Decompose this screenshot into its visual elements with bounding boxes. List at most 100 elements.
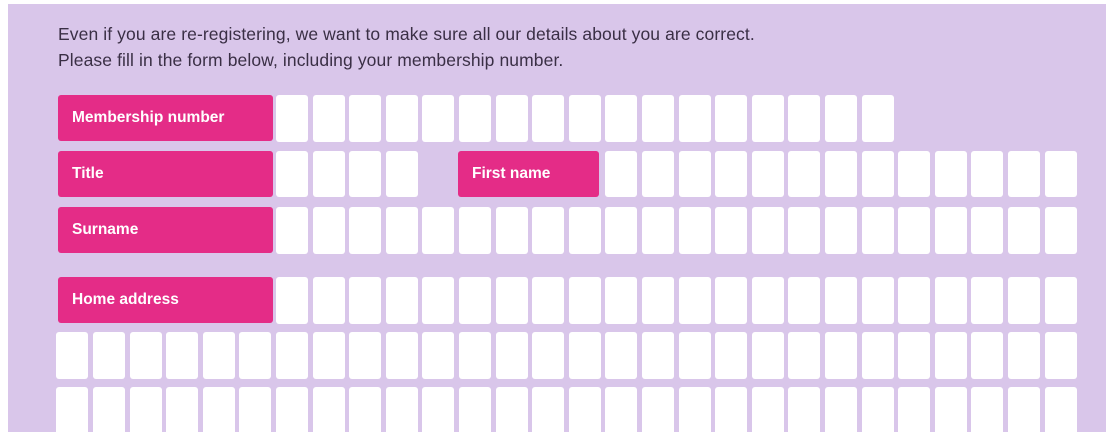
title-char-box[interactable]	[276, 151, 308, 197]
home-address-char-box[interactable]	[642, 277, 674, 324]
first-name-char-box[interactable]	[862, 151, 894, 197]
address-line-3-char-box[interactable]	[532, 387, 564, 432]
address-line-3-char-box[interactable]	[496, 387, 528, 432]
address-line-3-char-box[interactable]	[715, 387, 747, 432]
membership-number-char-box[interactable]	[788, 95, 820, 142]
surname-char-box[interactable]	[459, 207, 491, 254]
home-address-char-box[interactable]	[825, 277, 857, 324]
membership-number-char-box[interactable]	[276, 95, 308, 142]
surname-char-box[interactable]	[898, 207, 930, 254]
address-line-2-char-box[interactable]	[971, 332, 1003, 379]
membership-number-char-box[interactable]	[313, 95, 345, 142]
first-name-char-box[interactable]	[752, 151, 784, 197]
title-char-box[interactable]	[313, 151, 345, 197]
address-line-2-char-box[interactable]	[166, 332, 198, 379]
address-line-2-char-box[interactable]	[239, 332, 271, 379]
address-line-3-char-box[interactable]	[788, 387, 820, 432]
membership-number-char-box[interactable]	[496, 95, 528, 142]
surname-char-box[interactable]	[276, 207, 308, 254]
address-line-3-char-box[interactable]	[93, 387, 125, 432]
membership-number-char-box[interactable]	[349, 95, 381, 142]
address-line-2-char-box[interactable]	[532, 332, 564, 379]
home-address-char-box[interactable]	[386, 277, 418, 324]
home-address-char-box[interactable]	[715, 277, 747, 324]
first-name-char-box[interactable]	[605, 151, 637, 197]
first-name-char-box[interactable]	[1045, 151, 1077, 197]
address-line-2-char-box[interactable]	[825, 332, 857, 379]
surname-char-box[interactable]	[569, 207, 601, 254]
address-line-2-char-box[interactable]	[203, 332, 235, 379]
home-address-char-box[interactable]	[788, 277, 820, 324]
home-address-char-box[interactable]	[605, 277, 637, 324]
home-address-char-box[interactable]	[898, 277, 930, 324]
address-line-2-char-box[interactable]	[569, 332, 601, 379]
title-char-box[interactable]	[349, 151, 381, 197]
address-line-3-char-box[interactable]	[203, 387, 235, 432]
address-line-3-char-box[interactable]	[313, 387, 345, 432]
membership-number-char-box[interactable]	[422, 95, 454, 142]
membership-number-char-box[interactable]	[752, 95, 784, 142]
address-line-3-char-box[interactable]	[935, 387, 967, 432]
address-line-3-char-box[interactable]	[276, 387, 308, 432]
surname-char-box[interactable]	[642, 207, 674, 254]
home-address-char-box[interactable]	[569, 277, 601, 324]
address-line-3-char-box[interactable]	[752, 387, 784, 432]
address-line-2-char-box[interactable]	[496, 332, 528, 379]
membership-number-char-box[interactable]	[825, 95, 857, 142]
address-line-3-char-box[interactable]	[130, 387, 162, 432]
surname-char-box[interactable]	[679, 207, 711, 254]
first-name-char-box[interactable]	[898, 151, 930, 197]
home-address-char-box[interactable]	[752, 277, 784, 324]
address-line-3-char-box[interactable]	[459, 387, 491, 432]
address-line-3-char-box[interactable]	[605, 387, 637, 432]
home-address-char-box[interactable]	[532, 277, 564, 324]
surname-char-box[interactable]	[825, 207, 857, 254]
first-name-char-box[interactable]	[642, 151, 674, 197]
home-address-char-box[interactable]	[349, 277, 381, 324]
surname-char-box[interactable]	[532, 207, 564, 254]
address-line-3-char-box[interactable]	[898, 387, 930, 432]
home-address-char-box[interactable]	[1008, 277, 1040, 324]
title-char-box[interactable]	[386, 151, 418, 197]
home-address-char-box[interactable]	[971, 277, 1003, 324]
surname-char-box[interactable]	[862, 207, 894, 254]
address-line-2-char-box[interactable]	[130, 332, 162, 379]
address-line-2-char-box[interactable]	[422, 332, 454, 379]
address-line-2-char-box[interactable]	[642, 332, 674, 379]
home-address-char-box[interactable]	[679, 277, 711, 324]
address-line-3-char-box[interactable]	[239, 387, 271, 432]
address-line-3-char-box[interactable]	[349, 387, 381, 432]
surname-char-box[interactable]	[752, 207, 784, 254]
home-address-char-box[interactable]	[313, 277, 345, 324]
address-line-3-char-box[interactable]	[386, 387, 418, 432]
address-line-3-char-box[interactable]	[825, 387, 857, 432]
address-line-2-char-box[interactable]	[862, 332, 894, 379]
surname-char-box[interactable]	[349, 207, 381, 254]
home-address-char-box[interactable]	[276, 277, 308, 324]
address-line-2-char-box[interactable]	[313, 332, 345, 379]
surname-char-box[interactable]	[422, 207, 454, 254]
first-name-char-box[interactable]	[1008, 151, 1040, 197]
address-line-2-char-box[interactable]	[93, 332, 125, 379]
membership-number-char-box[interactable]	[862, 95, 894, 142]
address-line-3-char-box[interactable]	[862, 387, 894, 432]
surname-char-box[interactable]	[605, 207, 637, 254]
home-address-char-box[interactable]	[422, 277, 454, 324]
surname-char-box[interactable]	[788, 207, 820, 254]
address-line-2-char-box[interactable]	[459, 332, 491, 379]
address-line-3-char-box[interactable]	[56, 387, 88, 432]
surname-char-box[interactable]	[386, 207, 418, 254]
address-line-2-char-box[interactable]	[935, 332, 967, 379]
address-line-2-char-box[interactable]	[679, 332, 711, 379]
home-address-char-box[interactable]	[935, 277, 967, 324]
surname-char-box[interactable]	[935, 207, 967, 254]
membership-number-char-box[interactable]	[459, 95, 491, 142]
membership-number-char-box[interactable]	[679, 95, 711, 142]
address-line-3-char-box[interactable]	[1045, 387, 1077, 432]
first-name-char-box[interactable]	[715, 151, 747, 197]
address-line-3-char-box[interactable]	[679, 387, 711, 432]
surname-char-box[interactable]	[715, 207, 747, 254]
first-name-char-box[interactable]	[935, 151, 967, 197]
first-name-char-box[interactable]	[788, 151, 820, 197]
address-line-2-char-box[interactable]	[752, 332, 784, 379]
